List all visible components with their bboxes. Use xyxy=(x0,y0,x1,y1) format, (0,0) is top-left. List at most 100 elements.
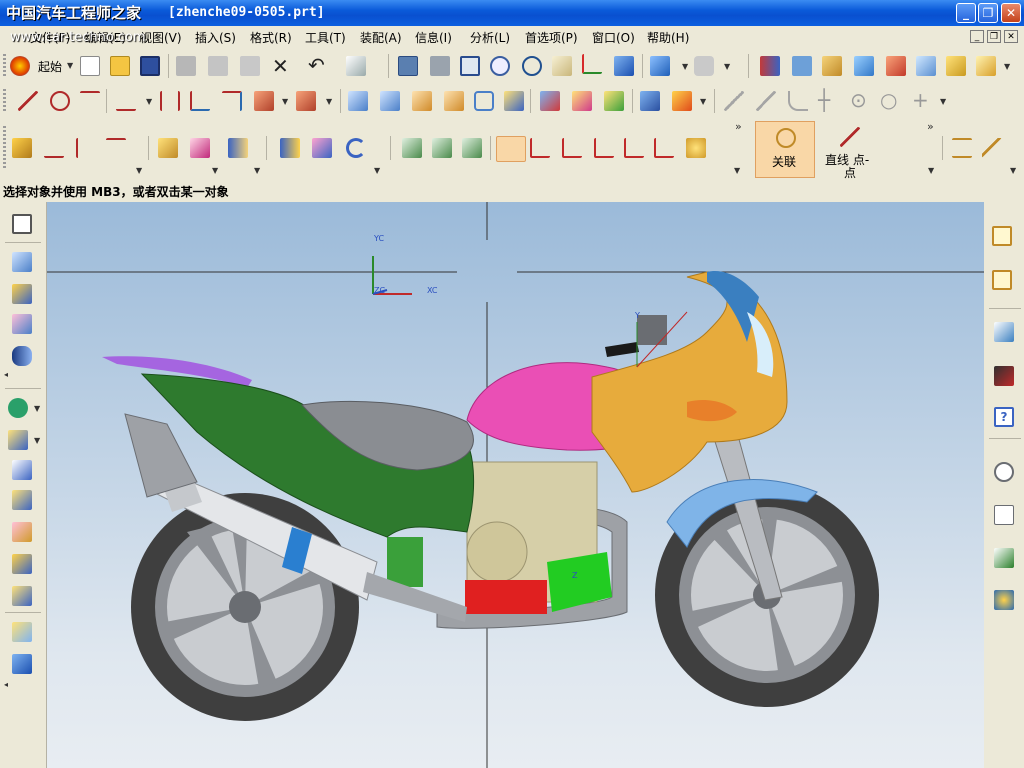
menu-tools[interactable]: 工具(T) xyxy=(305,29,346,46)
save-icon[interactable] xyxy=(140,56,160,76)
chevron-down-icon[interactable]: ▼ xyxy=(34,436,40,445)
model-canvas[interactable]: YC ZC XC Y Z xyxy=(47,202,984,768)
menu-help[interactable]: 帮助(H) xyxy=(647,29,689,46)
roles-icon[interactable] xyxy=(994,505,1014,525)
cut-icon[interactable] xyxy=(176,56,196,76)
menu-analysis[interactable]: 分析(L) xyxy=(470,29,510,46)
line-point-point-button[interactable]: 直线 点- 点 xyxy=(818,121,930,180)
help-icon[interactable]: ? xyxy=(994,407,1014,427)
surface-icon[interactable] xyxy=(822,56,842,76)
handlebar-clamp[interactable] xyxy=(637,315,667,345)
menu-assemblies[interactable]: 装配(A) xyxy=(360,29,402,46)
chevron-down-icon[interactable]: ▼ xyxy=(136,166,142,175)
pocket-icon[interactable] xyxy=(12,522,32,542)
extract-curve-icon[interactable] xyxy=(296,91,316,111)
graphics-viewport[interactable]: YC ZC XC Y Z xyxy=(47,202,984,768)
new-file-icon[interactable] xyxy=(80,56,100,76)
chevron-left-icon[interactable]: ◂ xyxy=(4,680,8,689)
extrude-icon[interactable] xyxy=(976,56,996,76)
chevron-down-icon[interactable]: ▼ xyxy=(326,97,332,106)
studio-surface-icon[interactable] xyxy=(504,91,524,111)
wcs-absolute-icon[interactable] xyxy=(624,138,644,158)
polyline-icon[interactable] xyxy=(80,91,100,111)
wcs-dynamics-button[interactable] xyxy=(496,136,526,162)
close-button[interactable]: ✕ xyxy=(1001,3,1021,23)
draft-analysis-icon[interactable] xyxy=(228,138,248,158)
measure-angle-icon[interactable] xyxy=(982,138,1002,158)
chevron-down-icon[interactable]: ▼ xyxy=(1010,166,1016,175)
layer-settings-icon[interactable] xyxy=(402,138,422,158)
chevron-down-icon[interactable]: ▼ xyxy=(254,166,260,175)
toolbar-grip[interactable] xyxy=(3,89,6,113)
bridge-curve-icon[interactable] xyxy=(190,91,210,111)
associative-toggle-button[interactable]: 关联 xyxy=(755,121,815,178)
delete-icon[interactable]: ✕ xyxy=(272,54,292,78)
sew-icon[interactable] xyxy=(604,91,624,111)
chevron-down-icon[interactable]: ▼ xyxy=(67,61,73,70)
training-icon[interactable] xyxy=(994,366,1014,386)
assembly-icon[interactable] xyxy=(792,56,812,76)
toolbar-overflow-icon[interactable]: » xyxy=(927,120,934,133)
zoom-icon[interactable] xyxy=(460,56,480,76)
offset-surface-icon[interactable] xyxy=(572,91,592,111)
users-icon[interactable] xyxy=(994,590,1014,610)
point-icon[interactable]: ┼ xyxy=(818,88,838,112)
mirror-icon[interactable] xyxy=(280,138,300,158)
open-folder-icon[interactable] xyxy=(110,56,130,76)
handlebar-grip[interactable] xyxy=(605,342,639,357)
intersect-curve-icon[interactable] xyxy=(254,91,274,111)
revolve-feature-icon[interactable] xyxy=(12,284,32,304)
fit-view-icon[interactable] xyxy=(398,56,418,76)
pattern-icon[interactable] xyxy=(312,138,332,158)
engine-guard-red[interactable] xyxy=(465,580,547,614)
render-style-icon[interactable] xyxy=(614,56,634,76)
line-icon[interactable] xyxy=(18,91,38,111)
n-sided-icon[interactable] xyxy=(474,91,494,111)
fillet-curve-icon[interactable] xyxy=(788,91,808,111)
menu-insert[interactable]: 插入(S) xyxy=(195,29,236,46)
deviation-icon[interactable] xyxy=(106,138,126,158)
blend-icon[interactable] xyxy=(946,56,966,76)
layer-copy-icon[interactable] xyxy=(462,138,482,158)
extrude-feature-icon[interactable] xyxy=(12,252,32,272)
hole-icon[interactable] xyxy=(12,460,32,480)
thicken-icon[interactable] xyxy=(640,91,660,111)
chevron-down-icon[interactable]: ▼ xyxy=(724,62,730,71)
toolbar-overflow-icon[interactable]: » xyxy=(735,120,742,133)
trim-sheet-icon[interactable] xyxy=(540,91,560,111)
chevron-down-icon[interactable]: ▼ xyxy=(682,62,688,71)
line-tool-icon[interactable] xyxy=(756,91,776,111)
unite-icon[interactable] xyxy=(12,654,32,674)
chevron-down-icon[interactable]: ▼ xyxy=(734,166,740,175)
surface-analysis-icon[interactable] xyxy=(158,138,178,158)
ruled-icon[interactable] xyxy=(444,91,464,111)
chevron-down-icon[interactable]: ▼ xyxy=(928,166,934,175)
plus-icon[interactable]: + xyxy=(912,88,932,112)
wcs-origin-icon[interactable] xyxy=(530,138,550,158)
analysis-icon[interactable] xyxy=(12,138,32,158)
basic-curve-icon[interactable] xyxy=(724,91,744,111)
edge-blend-icon[interactable] xyxy=(672,91,692,111)
curvature-comb-icon[interactable] xyxy=(76,138,96,158)
block-icon[interactable] xyxy=(8,430,28,450)
curve-analysis-icon[interactable] xyxy=(44,138,64,158)
section-view-icon[interactable] xyxy=(760,56,780,76)
wcs-rotate-icon[interactable] xyxy=(562,138,582,158)
mdi-close-button[interactable]: ✕ xyxy=(1004,30,1018,43)
camera-icon[interactable] xyxy=(694,56,714,76)
swept-icon[interactable] xyxy=(412,91,432,111)
orient-view-icon[interactable] xyxy=(582,54,602,74)
layer-move-icon[interactable] xyxy=(432,138,452,158)
wrap-icon[interactable] xyxy=(346,138,366,158)
start-button-label[interactable]: 起始 xyxy=(38,58,62,75)
boss-icon[interactable] xyxy=(12,490,32,510)
offset-curve-icon[interactable] xyxy=(160,91,180,111)
menu-window[interactable]: 窗口(O) xyxy=(592,29,635,46)
solid-icon[interactable] xyxy=(854,56,874,76)
chevron-down-icon[interactable]: ▼ xyxy=(212,166,218,175)
menu-preferences[interactable]: 首选项(P) xyxy=(525,29,578,46)
assembly-navigator-icon[interactable] xyxy=(992,226,1012,246)
chevron-left-icon[interactable]: ◂ xyxy=(4,370,8,379)
palette-icon[interactable] xyxy=(994,548,1014,568)
pan-icon[interactable] xyxy=(552,56,572,76)
